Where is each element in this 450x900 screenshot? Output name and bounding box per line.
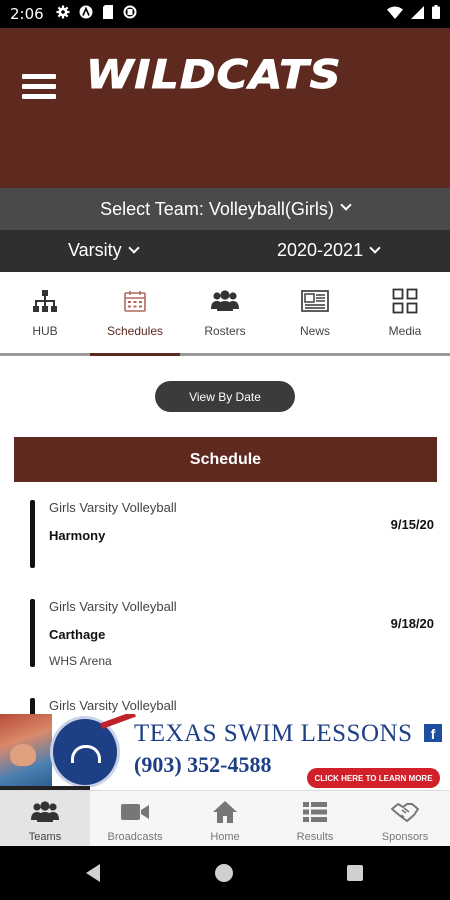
handshake-icon [390, 799, 420, 825]
nav-label: Results [296, 831, 334, 843]
ad-logo-badge [50, 716, 120, 788]
people-icon [211, 288, 239, 314]
video-camera-icon [120, 799, 150, 825]
nav-results[interactable]: Results [270, 791, 360, 846]
people-icon [30, 799, 60, 825]
tab-label: Media [388, 324, 422, 338]
tab-media[interactable]: Media [360, 272, 450, 353]
nav-label: Sponsors [381, 831, 429, 843]
game-opponent: Harmony [49, 528, 106, 543]
game-sport: Girls Varsity Volleyball [49, 698, 177, 713]
calendar-icon [121, 288, 149, 314]
chevron-down-icon [369, 242, 381, 254]
ad-stripe [100, 714, 136, 729]
data-saver-icon [123, 5, 137, 23]
tab-hub[interactable]: HUB [0, 272, 90, 353]
schedule-item[interactable]: Girls Varsity Volleyball Harmony 9/15/20 [30, 500, 440, 568]
newspaper-icon [301, 288, 329, 314]
game-sport: Girls Varsity Volleyball [49, 500, 177, 515]
back-icon[interactable] [86, 864, 100, 882]
list-icon [300, 799, 330, 825]
ad-cta-button[interactable]: CLICK HERE TO LEARN MORE [307, 768, 440, 788]
season-value: 2020-2021 [277, 240, 364, 260]
app-a-icon [79, 5, 93, 23]
system-indicators [387, 5, 440, 23]
signal-icon [411, 5, 424, 23]
season-dropdown[interactable]: 2020-2021 [277, 240, 381, 261]
schedule-item[interactable]: Girls Varsity Volleyball Carthage WHS Ar… [30, 599, 440, 668]
ad-title: TEXAS SWIM LESSONS [134, 720, 413, 747]
game-date: 9/18/20 [390, 616, 434, 631]
status-time: 2:06 [10, 5, 44, 23]
team-selector-label: Select Team: [100, 198, 204, 219]
tab-news[interactable]: News [270, 272, 360, 353]
ad-photo [0, 714, 52, 790]
chevron-down-icon [128, 242, 140, 254]
menu-icon[interactable] [22, 72, 58, 102]
tab-rosters[interactable]: Rosters [180, 272, 270, 353]
wildcats-logo: WILDCATS [86, 52, 342, 99]
item-marker [30, 500, 35, 568]
game-opponent: Carthage [49, 627, 106, 642]
hierarchy-icon [31, 288, 59, 314]
game-venue: WHS Arena [49, 654, 112, 668]
schedule-header: Schedule [14, 437, 437, 482]
level-dropdown[interactable]: Varsity [68, 240, 140, 261]
view-by-date-button[interactable]: View By Date [155, 381, 295, 412]
sponsor-ad-banner[interactable]: TEXAS SWIM LESSONS f (903) 352-4588 CLIC… [0, 714, 450, 790]
nav-sponsors[interactable]: Sponsors [360, 791, 450, 846]
nav-label: Teams [28, 831, 62, 843]
tab-label: News [299, 324, 330, 338]
facebook-icon[interactable]: f [424, 724, 442, 742]
team-selector-value: Volleyball(Girls) [208, 198, 334, 219]
bottom-nav: Teams Broadcasts Home Results Sponsors [0, 790, 450, 846]
home-icon [210, 799, 240, 825]
app-header: WILDCATS [0, 28, 450, 188]
section-tabs: HUB Schedules Rosters News Media [0, 272, 450, 356]
filter-row: Varsity 2020-2021 [0, 230, 450, 272]
tab-schedules[interactable]: Schedules [90, 272, 180, 356]
recent-apps-icon[interactable] [347, 865, 363, 881]
nav-teams[interactable]: Teams [0, 791, 90, 846]
system-nav-bar [0, 846, 450, 900]
grid-icon [391, 288, 419, 314]
settings-icon [56, 5, 70, 23]
nav-label: Home [210, 831, 240, 843]
team-selector[interactable]: Select Team: Volleyball(Girls) [0, 188, 450, 230]
tab-label: Schedules [106, 324, 164, 338]
home-circle-icon[interactable] [215, 864, 233, 882]
game-date: 9/15/20 [390, 517, 434, 532]
sd-card-icon [102, 5, 114, 23]
notification-icons [56, 5, 137, 23]
ad-phone: (903) 352-4588 [134, 752, 272, 777]
tab-label: HUB [32, 324, 58, 338]
battery-icon [432, 5, 440, 23]
wifi-icon [387, 6, 403, 23]
nav-label: Broadcasts [107, 831, 163, 843]
game-sport: Girls Varsity Volleyball [49, 599, 177, 614]
nav-broadcasts[interactable]: Broadcasts [90, 791, 180, 846]
item-marker [30, 599, 35, 667]
level-value: Varsity [68, 240, 122, 260]
nav-home[interactable]: Home [180, 791, 270, 846]
chevron-down-icon [340, 199, 352, 211]
status-bar: 2:06 [0, 0, 450, 28]
tab-label: Rosters [204, 324, 246, 338]
